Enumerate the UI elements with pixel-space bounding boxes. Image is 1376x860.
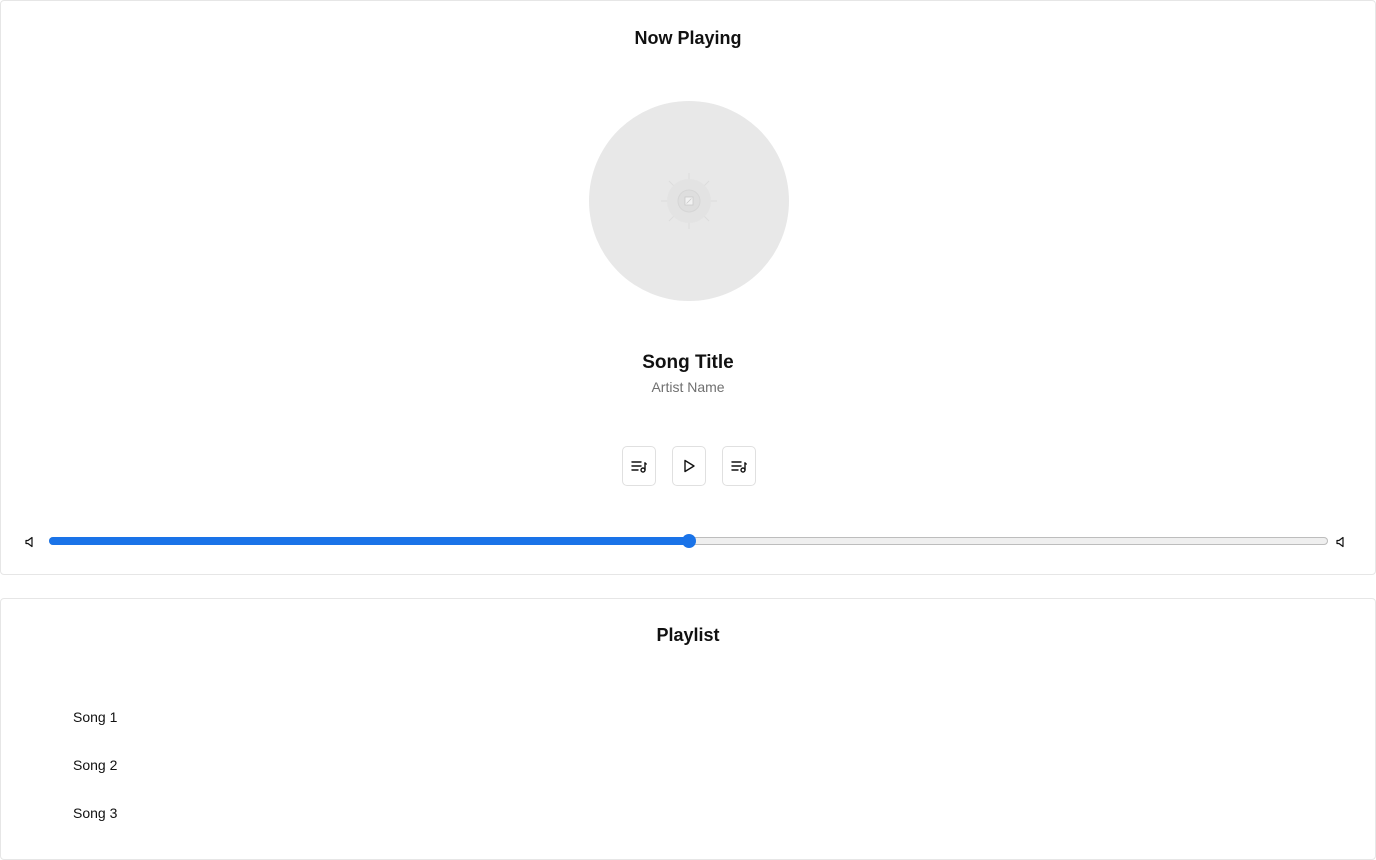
now-playing-heading: Now Playing xyxy=(634,28,742,48)
playlist-music-icon xyxy=(631,461,647,473)
volume-slider[interactable] xyxy=(49,534,1328,548)
playlist-item[interactable]: Song 1 xyxy=(73,709,117,725)
playlist-item[interactable]: Song 2 xyxy=(73,757,117,773)
play-button[interactable] xyxy=(672,446,706,486)
playlist-panel: Playlist Song 1 Song 2 Song 3 xyxy=(0,598,1376,860)
playlist-item[interactable]: Song 3 xyxy=(73,805,117,821)
volume-low-icon[interactable] xyxy=(24,535,36,548)
playlist-music-icon xyxy=(731,461,747,473)
album-art-placeholder-icon xyxy=(661,173,717,229)
volume-slider-thumb[interactable] xyxy=(681,534,696,548)
volume-high-icon[interactable] xyxy=(1335,535,1347,548)
album-art xyxy=(589,101,789,301)
next-button[interactable] xyxy=(722,446,756,486)
playlist-heading: Playlist xyxy=(656,625,720,645)
previous-button[interactable] xyxy=(622,446,656,486)
artist-name: Artist Name xyxy=(651,379,725,395)
now-playing-panel: Now Playing Song Title Artist Name xyxy=(0,0,1376,575)
volume-slider-fill xyxy=(49,537,689,545)
play-icon xyxy=(684,459,695,473)
song-title: Song Title xyxy=(642,352,734,373)
